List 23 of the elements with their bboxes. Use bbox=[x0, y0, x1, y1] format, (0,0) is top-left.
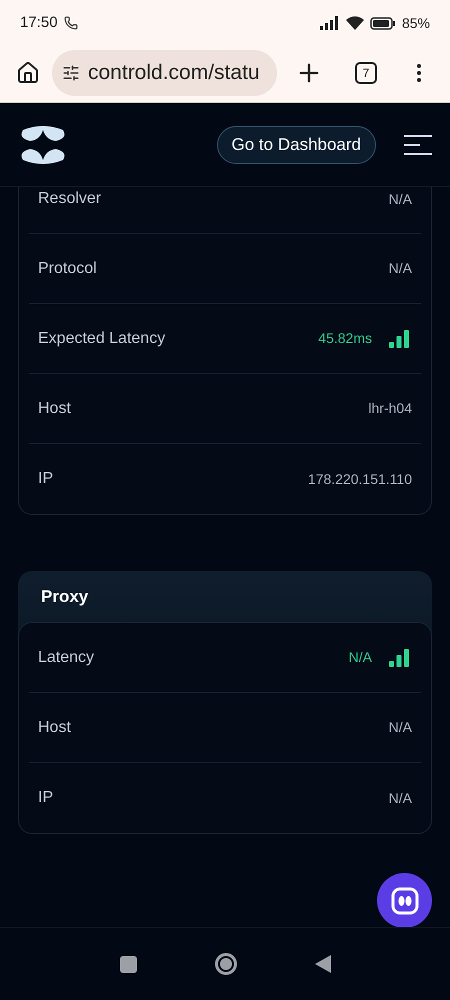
row-label: IP bbox=[38, 788, 54, 808]
row-label: Host bbox=[38, 398, 71, 418]
row-value: lhr-h04 bbox=[368, 399, 412, 418]
row-value: N/A bbox=[388, 190, 412, 208]
latency-value: N/A bbox=[348, 648, 372, 667]
row-label: Protocol bbox=[38, 258, 97, 278]
row-value: N/A bbox=[388, 259, 412, 278]
row-label: IP bbox=[38, 469, 54, 489]
dashboard-button[interactable]: Go to Dashboard bbox=[216, 126, 376, 164]
row-label: Host bbox=[38, 718, 71, 738]
card-title: Proxy bbox=[41, 586, 88, 608]
row-value: N/A bbox=[388, 718, 412, 737]
latency-value: 45.82ms bbox=[318, 329, 372, 348]
battery-percent: 85% bbox=[402, 14, 430, 32]
row-value: 178.220.151.110 bbox=[308, 470, 412, 488]
row-label: Resolver bbox=[38, 189, 102, 209]
row-label: Latency bbox=[38, 648, 94, 668]
tab-count-button[interactable]: 7 bbox=[355, 62, 377, 84]
row-value: N/A bbox=[388, 788, 412, 808]
url-text: controld.com/statu bbox=[88, 60, 260, 86]
row-label: Expected Latency bbox=[38, 328, 166, 348]
address-bar[interactable]: controld.com/statu bbox=[52, 50, 277, 96]
clock: 17:50 bbox=[20, 12, 58, 33]
